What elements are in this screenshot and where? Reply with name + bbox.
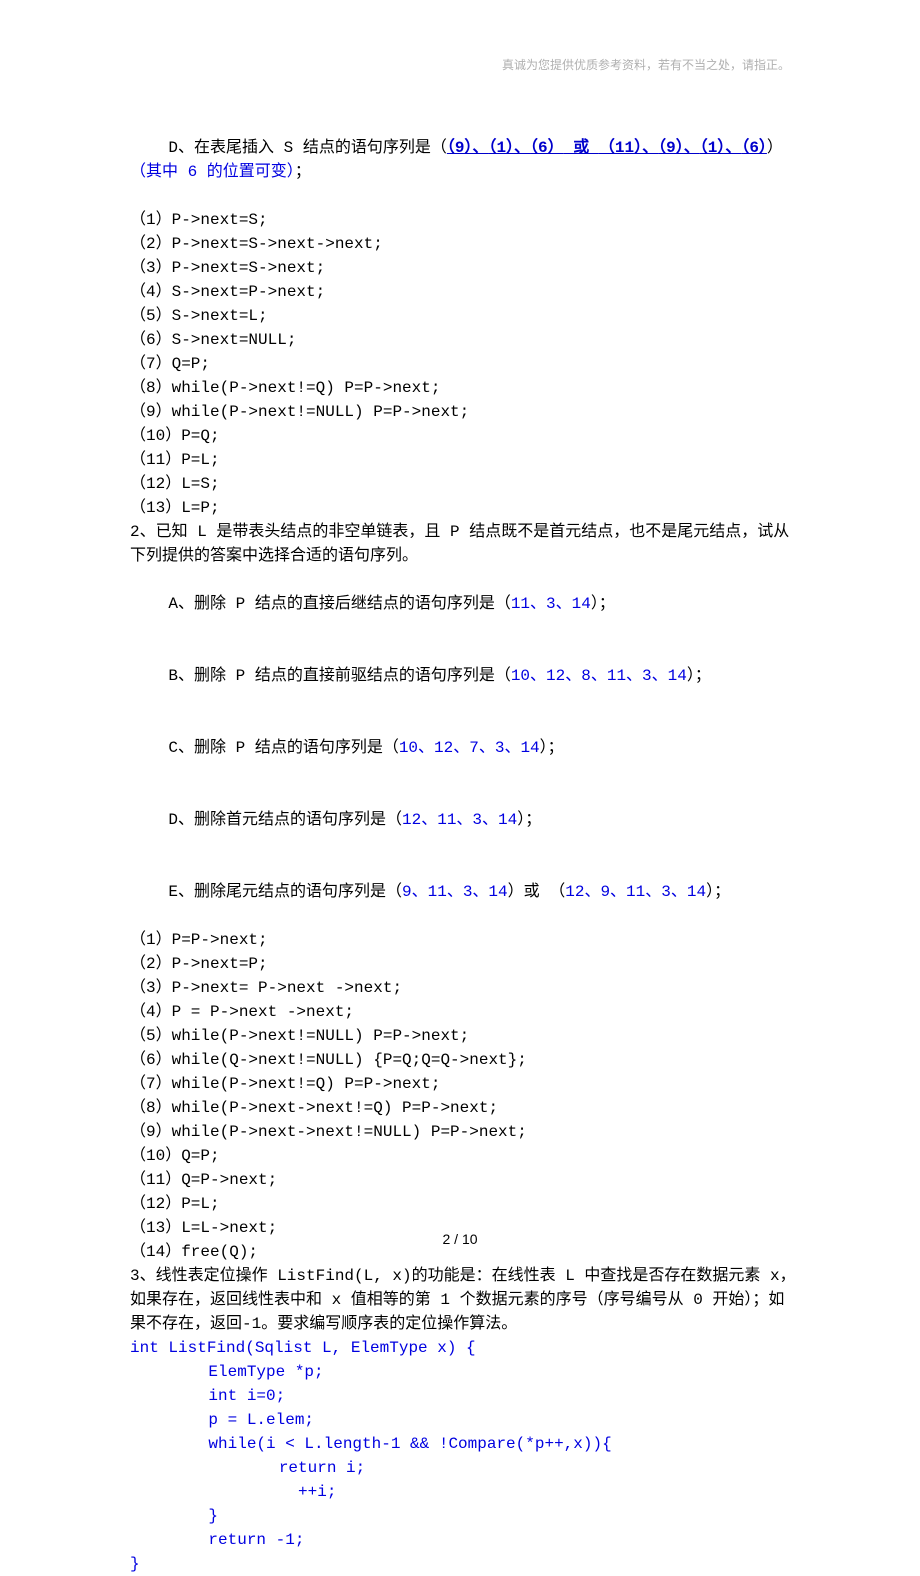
q2-item-4: （4）P = P->next ->next; — [130, 1000, 800, 1024]
q2-a-suf: ）； — [591, 595, 615, 613]
q2-d-suf: ）； — [517, 811, 541, 829]
q1-item-3: （3）P->next=S->next; — [130, 256, 800, 280]
q2-b-suf: ）； — [687, 667, 711, 685]
q1-d-note: （其中 6 的位置可变） — [130, 163, 295, 181]
q1-d-ans-6: （6） — [530, 139, 564, 157]
code-line-6: return i; — [130, 1456, 800, 1480]
q2-item-8: （8）while(P->next->next!=Q) P=P->next; — [130, 1096, 800, 1120]
q2-item-7: （7）while(P->next!=Q) P=P->next; — [130, 1072, 800, 1096]
code-line-8: } — [130, 1504, 800, 1528]
q2-b: B、删除 P 结点的直接前驱结点的语句序列是（10、12、8、11、3、14）； — [130, 640, 800, 712]
page-footer: 2 / 10 — [0, 1229, 920, 1250]
code-line-2: ElemType *p; — [130, 1360, 800, 1384]
code-line-4: p = L.elem; — [130, 1408, 800, 1432]
q2-e-mid: ）或 （ — [508, 883, 566, 901]
q2-e-pre: E、删除尾元结点的语句序列是（ — [168, 883, 402, 901]
q2-e-suf: ）； — [706, 883, 730, 901]
q2-item-6: （6）while(Q->next!=NULL) {P=Q;Q=Q->next}; — [130, 1048, 800, 1072]
code-line-3: int i=0; — [130, 1384, 800, 1408]
code-line-9: return -1; — [130, 1528, 800, 1552]
q2-c: C、删除 P 结点的语句序列是（10、12、7、3、14）； — [130, 712, 800, 784]
q2-b-ans: 10、12、8、11、3、14 — [511, 667, 687, 685]
code-line-1: int ListFind(Sqlist L, ElemType x) { — [130, 1336, 800, 1360]
q2-item-12: （12）P=L; — [130, 1192, 800, 1216]
q2-item-2: （2）P->next=P; — [130, 952, 800, 976]
code-line-5: while(i < L.length-1 && !Compare(*p++,x)… — [130, 1432, 800, 1456]
q3-text: 3、线性表定位操作 ListFind(L, x)的功能是：在线性表 L 中查找是… — [130, 1264, 800, 1336]
q1-d-or: 或 — [564, 139, 599, 157]
q2-d-pre: D、删除首元结点的语句序列是（ — [168, 811, 402, 829]
q2-item-5: （5）while(P->next!=NULL) P=P->next; — [130, 1024, 800, 1048]
q1-d-line: D、在表尾插入 S 结点的语句序列是（（9）、（1）、（6） 或 （11）、（9… — [130, 112, 800, 208]
q1-item-6: （6）S->next=NULL; — [130, 328, 800, 352]
q2-b-pre: B、删除 P 结点的直接前驱结点的语句序列是（ — [168, 667, 510, 685]
q2-e-ans1: 9、11、3、14 — [402, 883, 508, 901]
q1-d-ans-6b: （6） — [741, 139, 767, 157]
q2-c-ans: 10、12、7、3、14 — [399, 739, 540, 757]
header-text: 真诚为您提供优质参考资料，若有不当之处，请指正。 — [502, 58, 790, 72]
document-body: D、在表尾插入 S 结点的语句序列是（（9）、（1）、（6） 或 （11）、（9… — [130, 112, 800, 1576]
q2-item-9: （9）while(P->next->next!=NULL) P=P->next; — [130, 1120, 800, 1144]
q2-item-1: （1）P=P->next; — [130, 928, 800, 952]
q1-item-9: （9）while(P->next!=NULL) P=P->next; — [130, 400, 800, 424]
q2-item-3: （3）P->next= P->next ->next; — [130, 976, 800, 1000]
q1-d-ans-1: （1）、 — [488, 139, 530, 157]
q1-item-12: （12）L=S; — [130, 472, 800, 496]
q2-c-suf: ）； — [540, 739, 564, 757]
q2-d-ans: 12、11、3、14 — [402, 811, 517, 829]
q2-item-10: （10）Q=P; — [130, 1144, 800, 1168]
page-number: 2 / 10 — [442, 1231, 477, 1247]
q1-d-ans-9b: （9）、 — [658, 139, 700, 157]
q1-item-7: （7）Q=P; — [130, 352, 800, 376]
q2-item-11: （11）Q=P->next; — [130, 1168, 800, 1192]
q2-a-pre: A、删除 P 结点的直接后继结点的语句序列是（ — [168, 595, 510, 613]
q2-a: A、删除 P 结点的直接后继结点的语句序列是（11、3、14）； — [130, 568, 800, 640]
q1-d-prefix: D、在表尾插入 S 结点的语句序列是（ — [168, 139, 446, 157]
q2-a-ans: 11、3、14 — [511, 595, 591, 613]
q2-e-ans2: 12、9、11、3、14 — [565, 883, 706, 901]
q1-item-4: （4）S->next=P->next; — [130, 280, 800, 304]
code-line-10: } — [130, 1552, 800, 1576]
q1-item-8: （8）while(P->next!=Q) P=P->next; — [130, 376, 800, 400]
q1-item-10: （10）P=Q; — [130, 424, 800, 448]
q2-intro: 2、已知 L 是带表头结点的非空单链表，且 P 结点既不是首元结点，也不是尾元结… — [130, 520, 800, 568]
q1-d-ans-9: （9）、 — [447, 139, 489, 157]
q1-d-ans-11: （11）、 — [599, 139, 658, 157]
q2-d: D、删除首元结点的语句序列是（12、11、3、14）； — [130, 784, 800, 856]
q1-item-2: （2）P->next=S->next->next; — [130, 232, 800, 256]
q1-item-13: （13）L=P; — [130, 496, 800, 520]
q1-d-close-paren: ） — [767, 139, 793, 157]
q2-e: E、删除尾元结点的语句序列是（9、11、3、14）或 （12、9、11、3、14… — [130, 856, 800, 928]
code-line-7: ++i; — [130, 1480, 800, 1504]
q1-item-1: （1）P->next=S; — [130, 208, 800, 232]
q1-item-11: （11）P=L; — [130, 448, 800, 472]
q1-d-ans-1b: （1）、 — [700, 139, 742, 157]
q1-item-5: （5）S->next=L; — [130, 304, 800, 328]
q1-d-semi: ； — [295, 163, 311, 181]
page-header: 真诚为您提供优质参考资料，若有不当之处，请指正。 — [502, 56, 790, 74]
q2-c-pre: C、删除 P 结点的语句序列是（ — [168, 739, 398, 757]
